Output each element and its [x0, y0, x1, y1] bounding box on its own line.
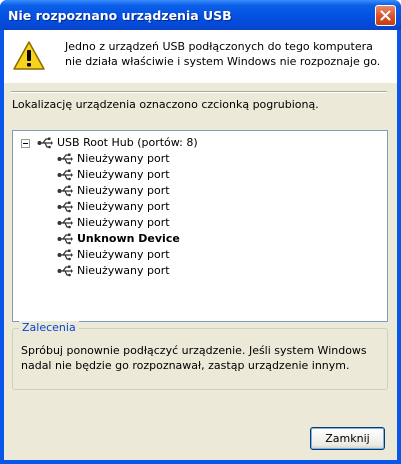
message-header: Jedno z urządzeń USB podłączonych do teg… — [4, 30, 397, 83]
dialog-window: Nie rozpoznano urządzenia USB Jedno z ur… — [0, 0, 401, 464]
usb-icon — [57, 265, 73, 277]
device-tree[interactable]: USB Root Hub (portów: 8) Nieużywany port… — [12, 130, 388, 322]
usb-icon — [57, 185, 73, 197]
separator — [11, 91, 387, 93]
usb-icon — [57, 153, 73, 165]
tree-item-label: Nieużywany port — [77, 200, 170, 213]
recommendations-title: Zalecenia — [19, 321, 79, 334]
usb-icon — [57, 169, 73, 181]
tree-item-label: Nieużywany port — [77, 168, 170, 181]
tree-root-label: USB Root Hub (portów: 8) — [57, 136, 198, 149]
tree-item-label: Nieużywany port — [77, 216, 170, 229]
location-label: Lokalizację urządzenia oznaczono czcionk… — [12, 98, 319, 111]
close-button[interactable]: Zamknij — [310, 427, 385, 450]
usb-icon — [57, 201, 73, 213]
title-bar[interactable]: Nie rozpoznano urządzenia USB — [0, 0, 401, 30]
tree-item-label: Nieużywany port — [77, 264, 170, 277]
warning-icon — [13, 41, 45, 70]
tree-item-label: Nieużywany port — [77, 152, 170, 165]
usb-icon — [57, 249, 73, 261]
dialog-body: Jedno z urządzeń USB podłączonych do teg… — [4, 30, 397, 460]
usb-icon — [57, 217, 73, 229]
recommendations-text: Spróbuj ponownie podłączyć urządzenie. J… — [21, 344, 367, 372]
tree-item-label: Nieużywany port — [77, 184, 170, 197]
collapse-icon[interactable] — [21, 139, 30, 148]
close-icon — [380, 10, 391, 21]
tree-item-label: Nieużywany port — [77, 248, 170, 261]
window-title: Nie rozpoznano urządzenia USB — [8, 8, 232, 23]
recommendations-group: Zalecenia Spróbuj ponownie podłączyć urz… — [12, 321, 388, 390]
usb-icon — [57, 233, 73, 245]
warning-message: Jedno z urządzeń USB podłączonych do teg… — [65, 40, 381, 68]
usb-icon — [37, 137, 53, 149]
close-window-button[interactable] — [375, 5, 396, 26]
tree-item-label: Unknown Device — [77, 232, 180, 245]
